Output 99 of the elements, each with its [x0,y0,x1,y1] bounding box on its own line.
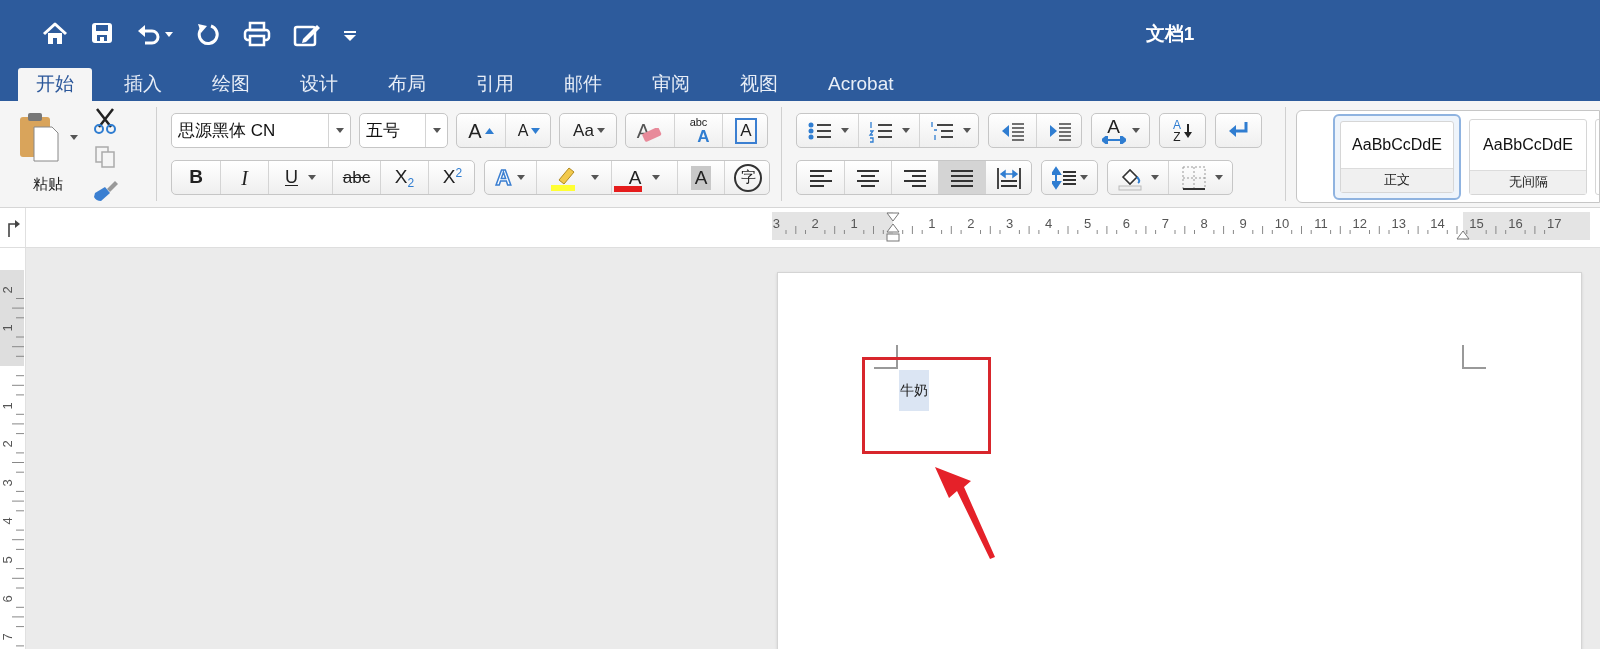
line-spacing-icon [1051,165,1076,190]
underline-button[interactable]: U [268,161,332,194]
font-color-button[interactable]: A [611,161,677,194]
ruler-number: 17 [1546,215,1563,233]
caret-icon [591,175,599,180]
font-size-field[interactable]: 五号 [359,113,448,148]
grow-font-button[interactable]: A [457,114,505,147]
ruler-number: 1 [849,215,859,233]
scissors-icon [92,107,118,135]
caret-icon [165,31,173,37]
distribute-icon [996,165,1022,190]
ruler-number: 7 [1160,215,1170,233]
ribbon-tab[interactable]: 审阅 [634,68,708,101]
ruler-number: 1 [0,323,17,334]
ribbon-tab[interactable]: 视图 [722,68,796,101]
margin-corner-icon [874,345,898,369]
ruler-number: 14 [1429,215,1446,233]
caret-icon [963,128,971,133]
phonetic-guide-button[interactable]: abc A [674,114,722,147]
ruler-number: 1 [927,215,937,233]
ruler-number: 7 [0,632,17,643]
caret-icon [69,134,78,140]
ruler-number: 3 [771,215,781,233]
printer-button[interactable] [243,21,271,47]
margin-corner-icon [1462,345,1486,369]
caret-icon [1151,175,1159,180]
redo-button[interactable] [195,21,221,47]
caret-icon [1079,175,1088,180]
ribbon-tab[interactable]: 邮件 [546,68,620,101]
caret-icon [517,175,526,180]
ruler-number: 5 [0,555,17,566]
caret-icon [1131,128,1140,133]
caret-icon [840,128,849,133]
ruler-number: 3 [1005,215,1015,233]
caret-icon [432,128,441,133]
character-shading-button[interactable]: A [677,161,724,194]
text-direction-button[interactable]: A [1092,114,1149,147]
strikethrough-button[interactable]: abc [332,161,380,194]
ruler-number: 11 [1313,215,1329,233]
ruler-number: 3 [0,477,17,489]
justify-button[interactable] [938,161,985,194]
ruler-number: 5 [1082,215,1093,233]
format-painter-button[interactable] [91,179,119,203]
down-arrow-icon [1184,123,1192,138]
ribbon-tab[interactable]: 插入 [106,68,180,101]
ruler-number: 10 [1273,215,1291,233]
redo-icon [195,21,221,47]
borders-icon [1180,164,1207,191]
ribbon-tab[interactable]: 绘图 [194,68,268,101]
ruler-number: 12 [1351,215,1369,233]
ruler-number: 1 [0,400,17,411]
font-name-field[interactable]: 思源黑体 CN [171,113,351,148]
ruler-number: 2 [0,284,17,296]
style-card[interactable]: AaBbCcDdE 正文 [1333,113,1461,200]
double-arrow-icon [1101,136,1126,144]
italic-button[interactable]: I [220,161,268,194]
ruler-number: 2 [0,439,17,450]
caret-icon [902,128,910,133]
ribbon-tab[interactable]: 布局 [370,68,444,101]
ruler-number: 6 [1121,215,1131,233]
ruler-number: 6 [0,593,17,604]
ruler-number: 8 [1199,215,1209,233]
ribbon-tab[interactable]: 引用 [458,68,532,101]
caret-icon [596,128,605,133]
change-case-button[interactable]: Aa [560,114,616,147]
paste-button[interactable]: 粘贴 [0,107,85,201]
printer-icon [243,21,271,47]
ruler-number: 4 [0,516,17,527]
bold-button[interactable]: B [172,161,220,194]
caret-icon [308,175,316,180]
tab-stop-icon [5,218,20,237]
ruler-number: 13 [1390,215,1407,233]
caret-icon [1214,175,1223,180]
ruler-number: 9 [1238,215,1248,233]
ribbon-tab[interactable]: 设计 [282,68,356,101]
ribbon-tab[interactable]: 开始 [18,68,92,101]
up-triangle-icon [484,127,494,134]
color-bar [614,185,643,192]
sort-button[interactable]: A Z [1160,114,1205,147]
ruler-number: 2 [966,215,976,233]
home-icon [42,21,68,47]
paintbrush-icon [91,179,119,203]
caret-icon [652,175,661,180]
style-card[interactable]: AaBbCcDdE 无间隔 [1469,118,1587,195]
character-border-button[interactable]: A [722,114,767,147]
cut-button[interactable] [92,107,118,135]
down-triangle-icon [531,127,541,134]
ruler-number: 16 [1507,215,1524,233]
clipboard-icon [17,111,60,163]
home-button[interactable] [42,21,68,47]
window-title: 文档1 [1144,22,1196,46]
ruler-number: 15 [1468,215,1485,233]
shrink-font-button[interactable]: A [505,114,550,147]
ruler-number: 4 [1043,215,1054,233]
document-text: 牛奶 [899,370,929,411]
copy-icon [94,145,116,169]
ribbon-tab[interactable]: Acrobat [810,68,912,101]
caret-icon [335,128,344,133]
ruler-number: 2 [810,215,820,233]
